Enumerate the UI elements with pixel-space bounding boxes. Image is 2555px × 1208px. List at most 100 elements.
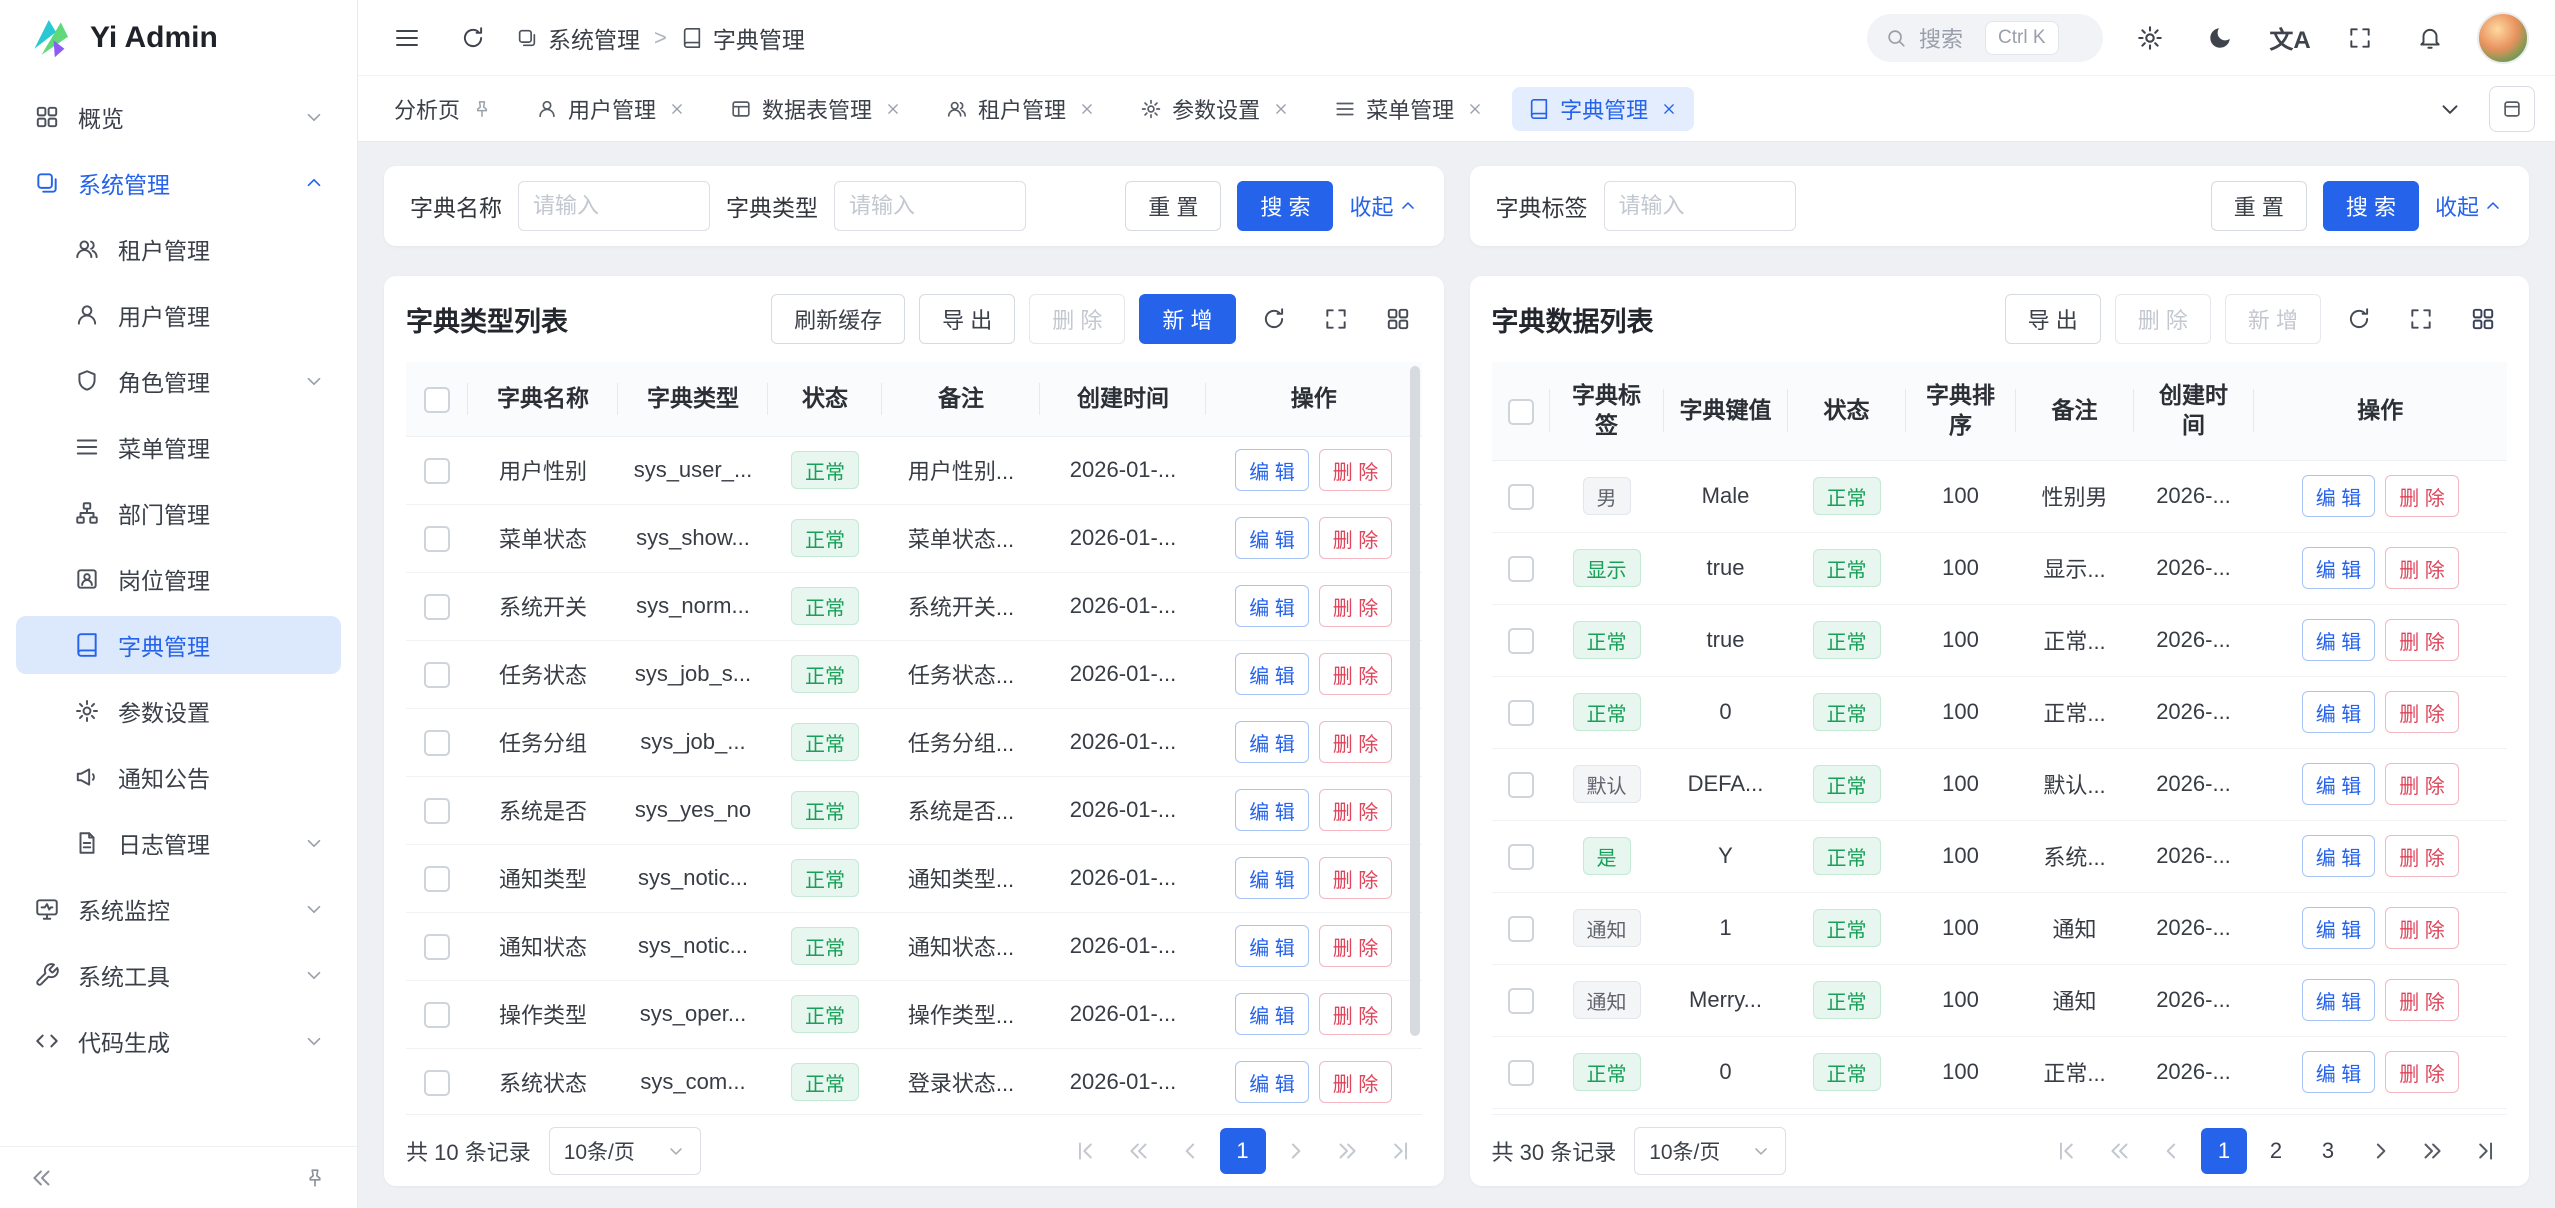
- tab-tenant[interactable]: 租户管理: [930, 87, 1112, 131]
- sidebar-item-param[interactable]: 参数设置: [16, 682, 341, 740]
- jump-forward-button[interactable]: [1324, 1128, 1370, 1174]
- dict-label-input[interactable]: [1604, 181, 1796, 231]
- delete-selected-button[interactable]: 删 除: [1029, 294, 1125, 344]
- collapse-sidebar-button[interactable]: [20, 1156, 64, 1200]
- user-avatar[interactable]: [2477, 12, 2529, 64]
- table-scrollbar[interactable]: [1410, 366, 1420, 1036]
- sidebar-item-system[interactable]: 系统管理: [16, 154, 341, 212]
- close-icon[interactable]: [1272, 100, 1290, 118]
- first-page-button[interactable]: [1064, 1128, 1110, 1174]
- edit-button[interactable]: 编 辑: [2302, 835, 2376, 877]
- delete-button[interactable]: 删 除: [2385, 691, 2459, 733]
- sidebar-item-role[interactable]: 角色管理: [16, 352, 341, 410]
- row-checkbox[interactable]: [1508, 556, 1534, 582]
- export-button[interactable]: 导 出: [2005, 294, 2101, 344]
- refresh-cache-button[interactable]: 刷新缓存: [771, 294, 905, 344]
- tab-dict[interactable]: 字典管理: [1512, 87, 1694, 131]
- first-page-button[interactable]: [2045, 1128, 2091, 1174]
- row-checkbox[interactable]: [424, 730, 450, 756]
- delete-button[interactable]: 删 除: [1319, 993, 1393, 1035]
- row-checkbox[interactable]: [424, 798, 450, 824]
- close-icon[interactable]: [884, 100, 902, 118]
- delete-button[interactable]: 删 除: [1319, 925, 1393, 967]
- row-checkbox[interactable]: [1508, 628, 1534, 654]
- jump-back-button[interactable]: [1116, 1128, 1162, 1174]
- breadcrumb-item-system[interactable]: 系统管理: [516, 21, 640, 55]
- pin-sidebar-button[interactable]: [293, 1156, 337, 1200]
- delete-selected-button[interactable]: 删 除: [2115, 294, 2211, 344]
- edit-button[interactable]: 编 辑: [2302, 691, 2376, 733]
- delete-button[interactable]: 删 除: [1319, 517, 1393, 559]
- page-size-select[interactable]: 10条/页: [549, 1127, 701, 1175]
- edit-button[interactable]: 编 辑: [1235, 1061, 1309, 1103]
- page-size-select[interactable]: 10条/页: [1634, 1127, 1786, 1175]
- row-checkbox[interactable]: [424, 662, 450, 688]
- row-checkbox[interactable]: [1508, 700, 1534, 726]
- sidebar-item-monitor[interactable]: 系统监控: [16, 880, 341, 938]
- sidebar-item-menu[interactable]: 菜单管理: [16, 418, 341, 476]
- delete-button[interactable]: 删 除: [2385, 475, 2459, 517]
- logo[interactable]: Yi Admin: [0, 0, 357, 76]
- sidebar-item-dept[interactable]: 部门管理: [16, 484, 341, 542]
- toggle-sidebar-button[interactable]: [384, 15, 430, 61]
- last-page-button[interactable]: [2461, 1128, 2507, 1174]
- edit-button[interactable]: 编 辑: [2302, 763, 2376, 805]
- edit-button[interactable]: 编 辑: [1235, 789, 1309, 831]
- breadcrumb-item-dict[interactable]: 字典管理: [681, 21, 805, 55]
- table-fullscreen-button[interactable]: [1312, 295, 1360, 343]
- language-button[interactable]: 文A: [2267, 15, 2313, 61]
- close-icon[interactable]: [1078, 100, 1096, 118]
- delete-button[interactable]: 删 除: [2385, 619, 2459, 661]
- edit-button[interactable]: 编 辑: [2302, 547, 2376, 589]
- select-all-checkbox[interactable]: [424, 387, 450, 413]
- jump-forward-button[interactable]: [2409, 1128, 2455, 1174]
- edit-button[interactable]: 编 辑: [2302, 907, 2376, 949]
- sidebar-item-log[interactable]: 日志管理: [16, 814, 341, 872]
- delete-button[interactable]: 删 除: [2385, 1051, 2459, 1093]
- close-icon[interactable]: [668, 100, 686, 118]
- delete-button[interactable]: 删 除: [2385, 979, 2459, 1021]
- sidebar-item-dict[interactable]: 字典管理: [16, 616, 341, 674]
- content-fullscreen-button[interactable]: [2489, 86, 2535, 132]
- fullscreen-button[interactable]: [2337, 15, 2383, 61]
- row-checkbox[interactable]: [424, 594, 450, 620]
- row-checkbox[interactable]: [1508, 844, 1534, 870]
- sidebar-item-tools[interactable]: 系统工具: [16, 946, 341, 1004]
- row-checkbox[interactable]: [1508, 916, 1534, 942]
- reload-table-button[interactable]: [2335, 295, 2383, 343]
- add-button[interactable]: 新 增: [1139, 294, 1235, 344]
- page-button-3[interactable]: 3: [2305, 1128, 2351, 1174]
- prev-page-button[interactable]: [2149, 1128, 2195, 1174]
- page-button-2[interactable]: 2: [2253, 1128, 2299, 1174]
- notifications-button[interactable]: [2407, 15, 2453, 61]
- edit-button[interactable]: 编 辑: [1235, 857, 1309, 899]
- tab-list-dropdown-button[interactable]: [2427, 86, 2473, 132]
- row-checkbox[interactable]: [1508, 1060, 1534, 1086]
- page-button-1[interactable]: 1: [2201, 1128, 2247, 1174]
- select-all-checkbox[interactable]: [1508, 399, 1534, 425]
- edit-button[interactable]: 编 辑: [1235, 517, 1309, 559]
- sidebar-item-notice[interactable]: 通知公告: [16, 748, 341, 806]
- global-search[interactable]: 搜索 Ctrl K: [1867, 14, 2103, 62]
- edit-button[interactable]: 编 辑: [2302, 475, 2376, 517]
- sidebar-item-post[interactable]: 岗位管理: [16, 550, 341, 608]
- sidebar-item-user[interactable]: 用户管理: [16, 286, 341, 344]
- tab-user[interactable]: 用户管理: [520, 87, 702, 131]
- delete-button[interactable]: 删 除: [1319, 1061, 1393, 1103]
- row-checkbox[interactable]: [424, 1002, 450, 1028]
- tab-menu[interactable]: 菜单管理: [1318, 87, 1500, 131]
- edit-button[interactable]: 编 辑: [1235, 653, 1309, 695]
- delete-button[interactable]: 删 除: [1319, 789, 1393, 831]
- row-checkbox[interactable]: [424, 934, 450, 960]
- delete-button[interactable]: 删 除: [2385, 907, 2459, 949]
- tab-analysis[interactable]: 分析页: [378, 87, 508, 131]
- theme-toggle-button[interactable]: [2197, 15, 2243, 61]
- row-checkbox[interactable]: [424, 866, 450, 892]
- settings-button[interactable]: [2127, 15, 2173, 61]
- sidebar-item-overview[interactable]: 概览: [16, 88, 341, 146]
- collapse-filter-link[interactable]: 收起: [1349, 190, 1417, 222]
- sidebar-item-codegen[interactable]: 代码生成: [16, 1012, 341, 1070]
- edit-button[interactable]: 编 辑: [1235, 925, 1309, 967]
- reload-table-button[interactable]: [1250, 295, 1298, 343]
- row-checkbox[interactable]: [424, 458, 450, 484]
